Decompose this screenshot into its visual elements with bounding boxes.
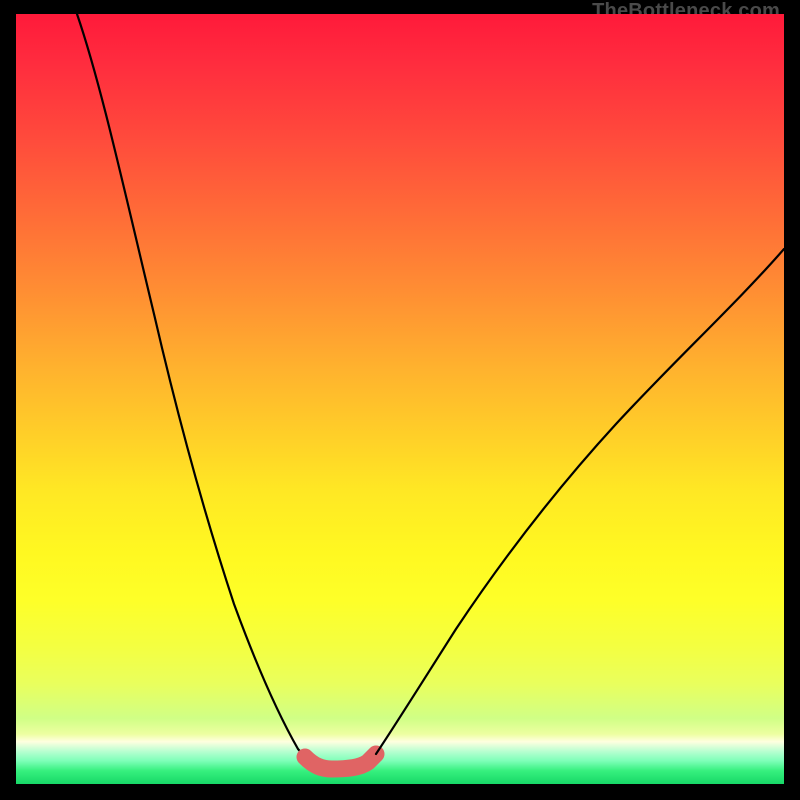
right-curve [376, 249, 784, 754]
bottleneck-curve-chart [16, 14, 784, 784]
optimal-band [305, 754, 376, 769]
chart-frame: TheBottleneck.com [16, 0, 784, 784]
optimal-band-start-dot [297, 749, 313, 765]
plot-area [16, 14, 784, 784]
left-curve [77, 14, 305, 757]
